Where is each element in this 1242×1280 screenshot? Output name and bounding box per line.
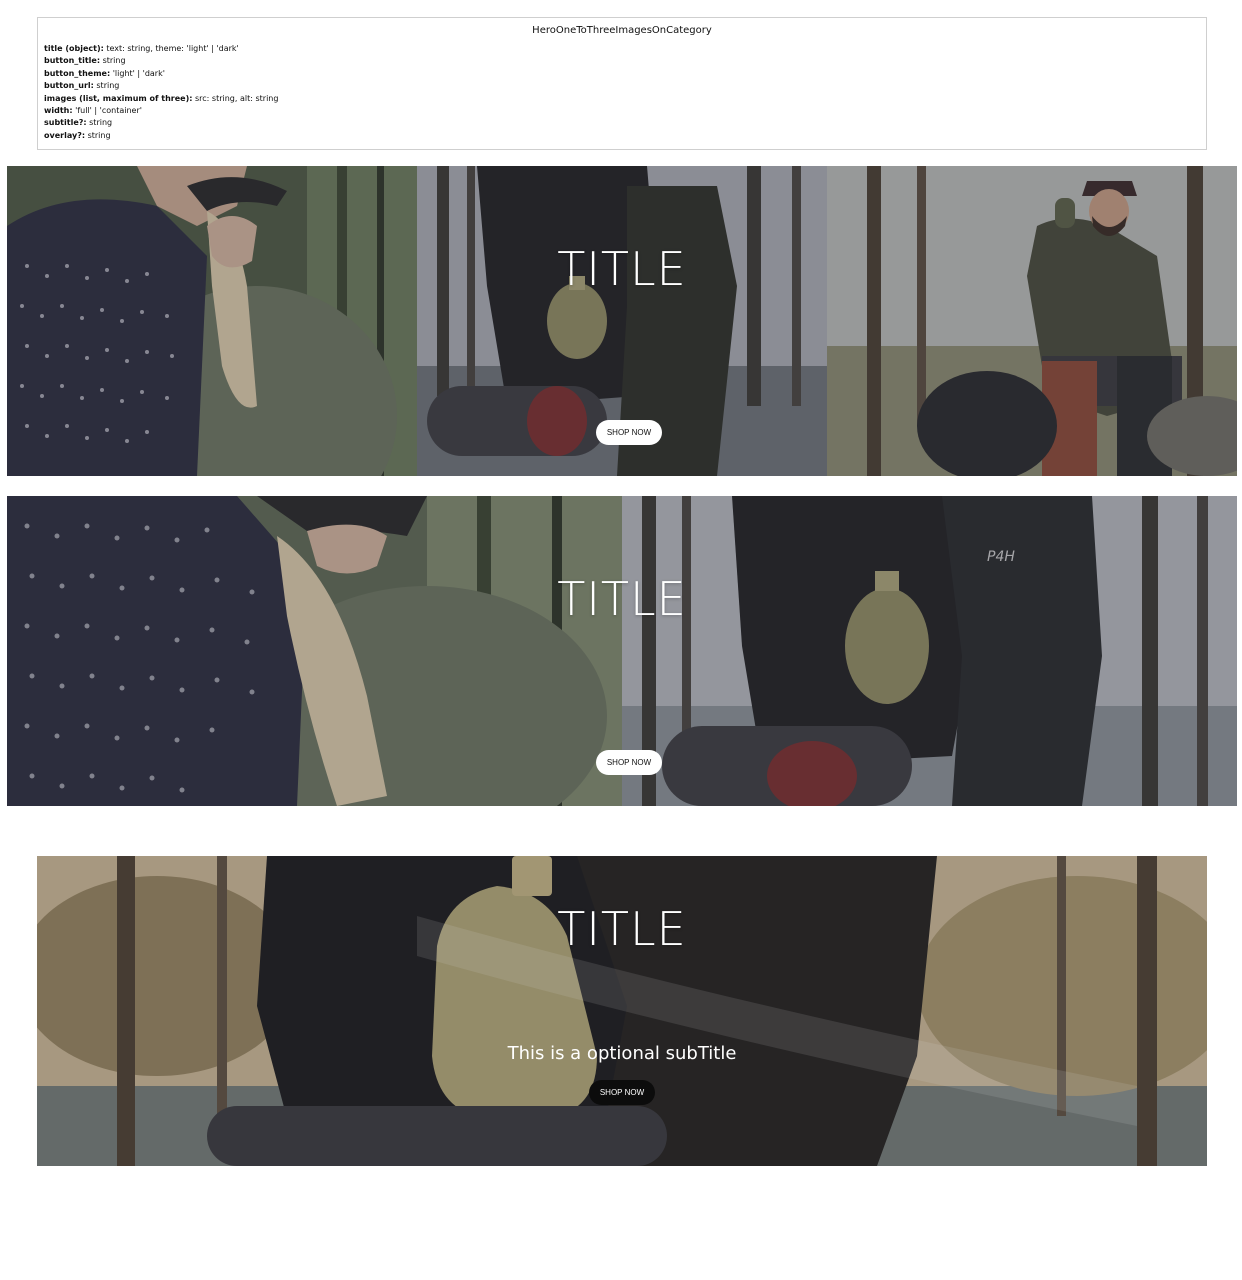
hero-subtitle: This is a optional subTitle xyxy=(507,1043,737,1064)
hero-image-couple xyxy=(7,496,622,806)
spec-prop-row: overlay?: string xyxy=(44,130,1200,142)
shop-now-button[interactable]: SHOP NOW xyxy=(596,420,662,445)
spec-prop-value: src: string, alt: string xyxy=(195,93,279,103)
spec-prop-key: subtitle?: xyxy=(44,118,87,128)
spec-prop-value: 'light' | 'dark' xyxy=(112,68,165,78)
spec-prop-value: 'full' | 'container' xyxy=(75,106,142,116)
spec-prop-row: subtitle?: string xyxy=(44,117,1200,129)
shop-now-button[interactable]: SHOP NOW xyxy=(596,750,662,775)
hero-image-man-drinking xyxy=(827,166,1237,476)
spec-prop-key: button_theme: xyxy=(44,68,111,78)
hero-two-images: P4H TITLE SHOP NOW xyxy=(7,496,1237,806)
spec-prop-row: button_title: string xyxy=(44,55,1200,67)
spec-prop-row: width: 'full' | 'container' xyxy=(44,105,1200,117)
component-spec-box: HeroOneToThreeImagesOnCategory title (ob… xyxy=(37,17,1207,150)
hero-one-image: TITLE This is a optional subTitle SHOP N… xyxy=(37,856,1207,1166)
hero-three-images: TITLE SHOP NOW xyxy=(7,166,1237,476)
spec-prop-row: title (object): text: string, theme: 'li… xyxy=(44,43,1200,55)
hero-image-couple xyxy=(7,166,417,476)
spec-prop-value: text: string, theme: 'light' | 'dark' xyxy=(106,44,239,53)
spec-prop-value: string xyxy=(102,56,126,66)
spec-prop-key: width: xyxy=(44,106,73,116)
spec-prop-key: button_title: xyxy=(44,56,101,66)
spec-prop-key: images (list, maximum of three): xyxy=(44,93,193,103)
hero-image-backpack: P4H xyxy=(622,496,1237,806)
spec-prop-value: string xyxy=(87,130,111,140)
hero-title: TITLE xyxy=(557,902,687,956)
spec-prop-row: images (list, maximum of three): src: st… xyxy=(44,93,1200,105)
spec-prop-row: button_theme: 'light' | 'dark' xyxy=(44,68,1200,80)
hero-title: TITLE xyxy=(557,242,687,296)
spec-prop-row: button_url: string xyxy=(44,80,1200,92)
svg-text:P4H: P4H xyxy=(987,549,1015,565)
spec-prop-key: overlay?: xyxy=(44,130,86,140)
spec-prop-value: string xyxy=(89,118,113,128)
shop-now-button[interactable]: SHOP NOW xyxy=(589,1080,655,1105)
spec-prop-value: string xyxy=(96,81,120,91)
spec-prop-key: title (object): xyxy=(44,44,104,53)
spec-prop-key: button_url: xyxy=(44,81,94,91)
hero-title: TITLE xyxy=(557,572,687,626)
component-name: HeroOneToThreeImagesOnCategory xyxy=(532,25,712,36)
